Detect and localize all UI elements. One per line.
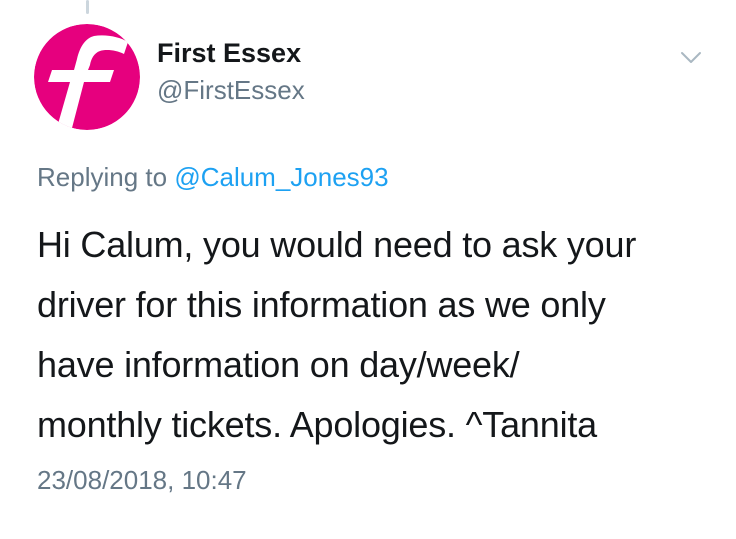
author-handle[interactable]: @FirstEssex <box>157 75 305 106</box>
chevron-down-icon[interactable] <box>680 50 702 66</box>
replying-to-label: Replying to <box>37 162 168 192</box>
tweet-text-line: have information on day/week/ <box>37 344 520 385</box>
author-display-name[interactable]: First Essex <box>157 38 301 69</box>
replying-to: Replying to @Calum_Jones93 <box>37 162 389 193</box>
tweet-text-line: monthly tickets. Apologies. ^Tannita <box>37 404 597 445</box>
thread-connector-line <box>86 0 89 14</box>
tweet-text-line: Hi Calum, you would need to ask your <box>37 224 637 265</box>
reply-mention-link[interactable]: @Calum_Jones93 <box>174 162 388 192</box>
tweet-text: Hi Calum, you would need to ask your dri… <box>37 215 717 455</box>
avatar[interactable] <box>34 24 140 130</box>
tweet-text-line: driver for this information as we only <box>37 284 606 325</box>
tweet-timestamp[interactable]: 23/08/2018, 10:47 <box>37 465 247 496</box>
first-bus-logo-icon <box>34 24 140 130</box>
